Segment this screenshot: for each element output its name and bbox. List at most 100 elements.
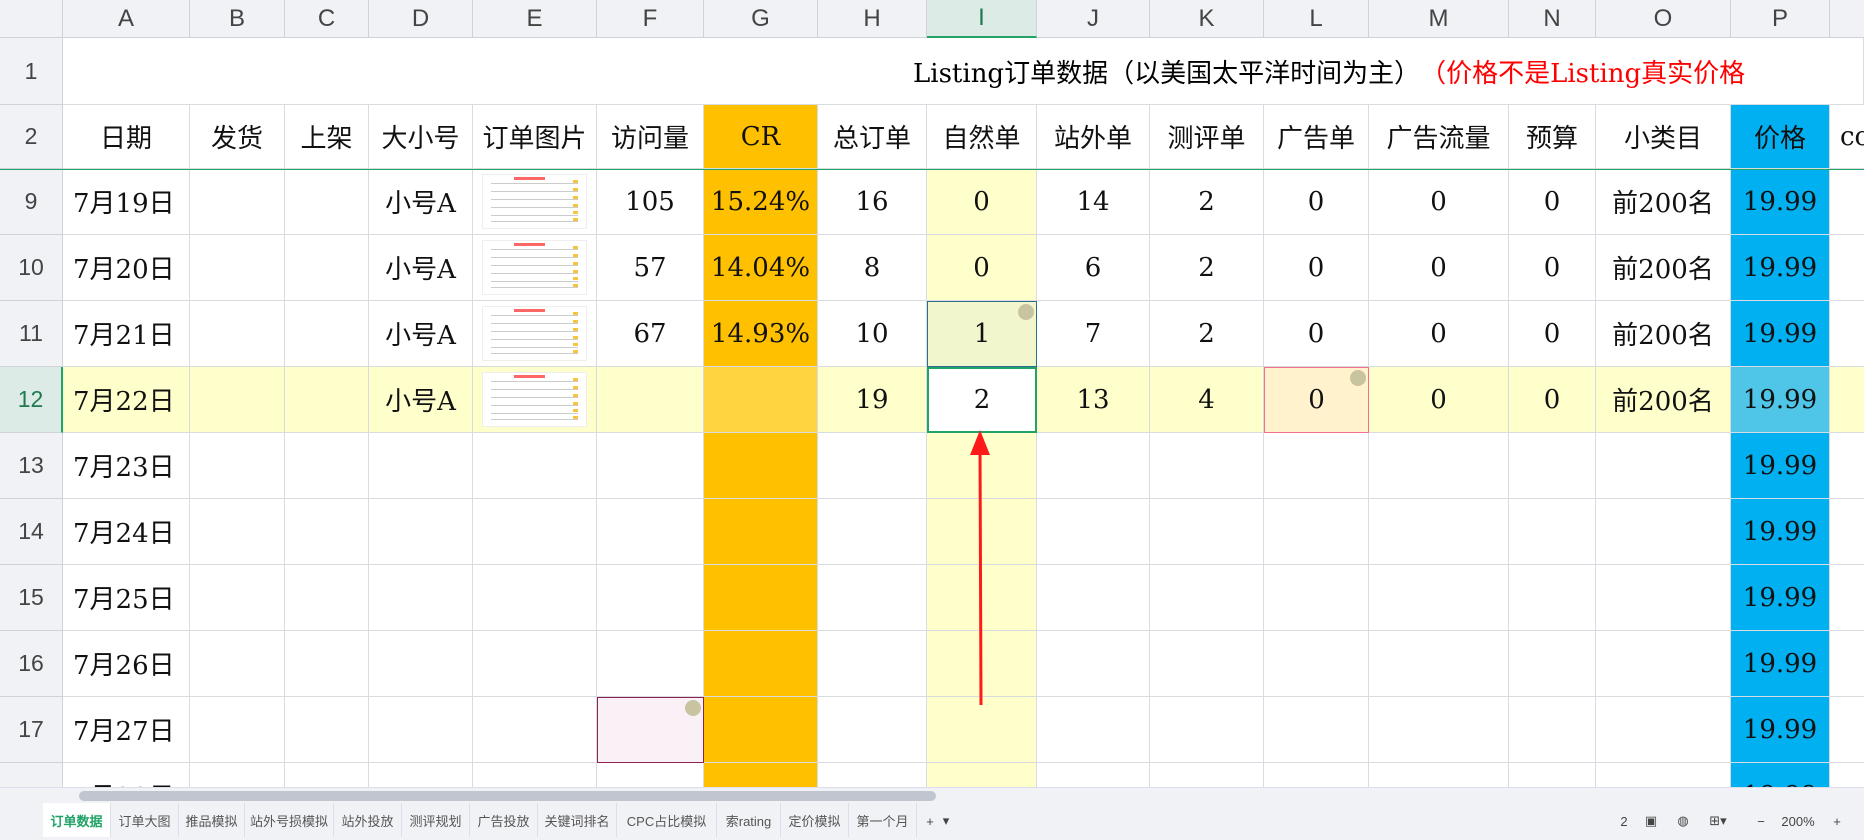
- cell-L17[interactable]: [1264, 697, 1369, 763]
- cell-F16[interactable]: [597, 631, 704, 697]
- cell-C17[interactable]: [285, 697, 369, 763]
- cell-F18[interactable]: [597, 763, 704, 787]
- row-header-11[interactable]: 11: [0, 301, 63, 367]
- spreadsheet-grid[interactable]: A B C D E F G H I J K L M N O P 1 2 日期 发货 上架 大小号 订单图片 访问量 CR 总订单自…: [0, 0, 1864, 787]
- column-header-J[interactable]: J: [1037, 0, 1150, 38]
- cell-A15[interactable]: 7月25日: [63, 565, 190, 631]
- sheet-tab-推品模拟[interactable]: 推品模拟: [179, 803, 245, 837]
- cell-J13[interactable]: [1037, 433, 1150, 499]
- row-header-18[interactable]: 18: [0, 763, 63, 787]
- comment-icon[interactable]: [685, 700, 701, 716]
- selected-cell-I12[interactable]: 2: [927, 367, 1037, 433]
- row-header-15[interactable]: 15: [0, 565, 63, 631]
- cell-Q10[interactable]: [1830, 235, 1864, 301]
- cell-H13[interactable]: [818, 433, 927, 499]
- cell-G15[interactable]: [704, 565, 818, 631]
- cell-G17[interactable]: [704, 697, 818, 763]
- cell-K10[interactable]: 2: [1150, 235, 1264, 301]
- cell-B13[interactable]: [190, 433, 285, 499]
- order-screenshot-thumbnail[interactable]: [481, 372, 588, 427]
- cell-P9[interactable]: 19.99: [1731, 169, 1830, 235]
- cell-B9[interactable]: [190, 169, 285, 235]
- cell-M13[interactable]: [1369, 433, 1509, 499]
- column-header-D[interactable]: D: [369, 0, 473, 38]
- sheet-tab-站外号损模拟[interactable]: 站外号损模拟: [245, 803, 334, 837]
- cell-Q15[interactable]: [1830, 565, 1864, 631]
- cell-E11[interactable]: [473, 301, 597, 367]
- column-header-M[interactable]: M: [1369, 0, 1509, 38]
- cell-O12[interactable]: 前200名: [1596, 367, 1731, 433]
- sheet-tab-订单大图[interactable]: 订单大图: [111, 803, 179, 837]
- cell-B11[interactable]: [190, 301, 285, 367]
- sheet-tab-定价模拟[interactable]: 定价模拟: [781, 803, 849, 837]
- column-header-Q[interactable]: [1830, 0, 1864, 38]
- cell-J16[interactable]: [1037, 631, 1150, 697]
- cell-N15[interactable]: [1509, 565, 1596, 631]
- cell-G9[interactable]: 15.24%: [704, 169, 818, 235]
- row-header-1[interactable]: 1: [0, 38, 63, 105]
- cell-L18[interactable]: [1264, 763, 1369, 787]
- sheet-tab-关键词排名[interactable]: 关键词排名: [538, 803, 617, 837]
- cell-G14[interactable]: [704, 499, 818, 565]
- cell-K16[interactable]: [1150, 631, 1264, 697]
- cell-J15[interactable]: [1037, 565, 1150, 631]
- cell-H17[interactable]: [818, 697, 927, 763]
- column-header-A[interactable]: A: [63, 0, 190, 38]
- cell-P12[interactable]: 19.99: [1731, 367, 1830, 433]
- cell-J10[interactable]: 6: [1037, 235, 1150, 301]
- cell-I11[interactable]: 1: [927, 301, 1037, 367]
- cell-H18[interactable]: [818, 763, 927, 787]
- cell-J17[interactable]: [1037, 697, 1150, 763]
- comment-icon[interactable]: [1018, 304, 1034, 320]
- cell-M17[interactable]: [1369, 697, 1509, 763]
- row-header-13[interactable]: 13: [0, 433, 63, 499]
- cell-G11[interactable]: 14.93%: [704, 301, 818, 367]
- cell-O16[interactable]: [1596, 631, 1731, 697]
- cell-H12[interactable]: 19: [818, 367, 927, 433]
- row-header-9[interactable]: 9: [0, 169, 63, 235]
- cell-F15[interactable]: [597, 565, 704, 631]
- cell-I10[interactable]: 0: [927, 235, 1037, 301]
- cell-status-icon[interactable]: ▣: [1640, 809, 1662, 833]
- cell-E18[interactable]: [473, 763, 597, 787]
- cell-I18[interactable]: [927, 763, 1037, 787]
- cell-H14[interactable]: [818, 499, 927, 565]
- cell-C10[interactable]: [285, 235, 369, 301]
- cell-B15[interactable]: [190, 565, 285, 631]
- row-header-16[interactable]: 16: [0, 631, 63, 697]
- cell-Q9[interactable]: [1830, 169, 1864, 235]
- zoom-in-icon[interactable]: +: [1828, 809, 1846, 833]
- cell-K17[interactable]: [1150, 697, 1264, 763]
- cell-A10[interactable]: 7月20日: [63, 235, 190, 301]
- cell-J14[interactable]: [1037, 499, 1150, 565]
- cell-O18[interactable]: [1596, 763, 1731, 787]
- cell-J12[interactable]: 13: [1037, 367, 1150, 433]
- cell-B17[interactable]: [190, 697, 285, 763]
- cell-M14[interactable]: [1369, 499, 1509, 565]
- cell-P18[interactable]: 19.99: [1731, 763, 1830, 787]
- row-header-17[interactable]: 17: [0, 697, 63, 763]
- cell-N17[interactable]: [1509, 697, 1596, 763]
- cell-F13[interactable]: [597, 433, 704, 499]
- order-screenshot-thumbnail[interactable]: [481, 306, 588, 361]
- cell-D16[interactable]: [369, 631, 473, 697]
- cell-P11[interactable]: 19.99: [1731, 301, 1830, 367]
- cell-L11[interactable]: 0: [1264, 301, 1369, 367]
- cell-B10[interactable]: [190, 235, 285, 301]
- cell-M15[interactable]: [1369, 565, 1509, 631]
- cell-C16[interactable]: [285, 631, 369, 697]
- cell-C15[interactable]: [285, 565, 369, 631]
- cell-E14[interactable]: [473, 499, 597, 565]
- cell-B16[interactable]: [190, 631, 285, 697]
- cell-C13[interactable]: [285, 433, 369, 499]
- cell-C18[interactable]: [285, 763, 369, 787]
- cell-L9[interactable]: 0: [1264, 169, 1369, 235]
- cell-Q14[interactable]: [1830, 499, 1864, 565]
- cell-D10[interactable]: 小号A: [369, 235, 473, 301]
- cell-M10[interactable]: 0: [1369, 235, 1509, 301]
- order-screenshot-thumbnail[interactable]: [481, 240, 588, 295]
- cell-G12[interactable]: [704, 367, 818, 433]
- horizontal-scrollbar[interactable]: [0, 787, 1864, 803]
- cell-P15[interactable]: 19.99: [1731, 565, 1830, 631]
- cell-A14[interactable]: 7月24日: [63, 499, 190, 565]
